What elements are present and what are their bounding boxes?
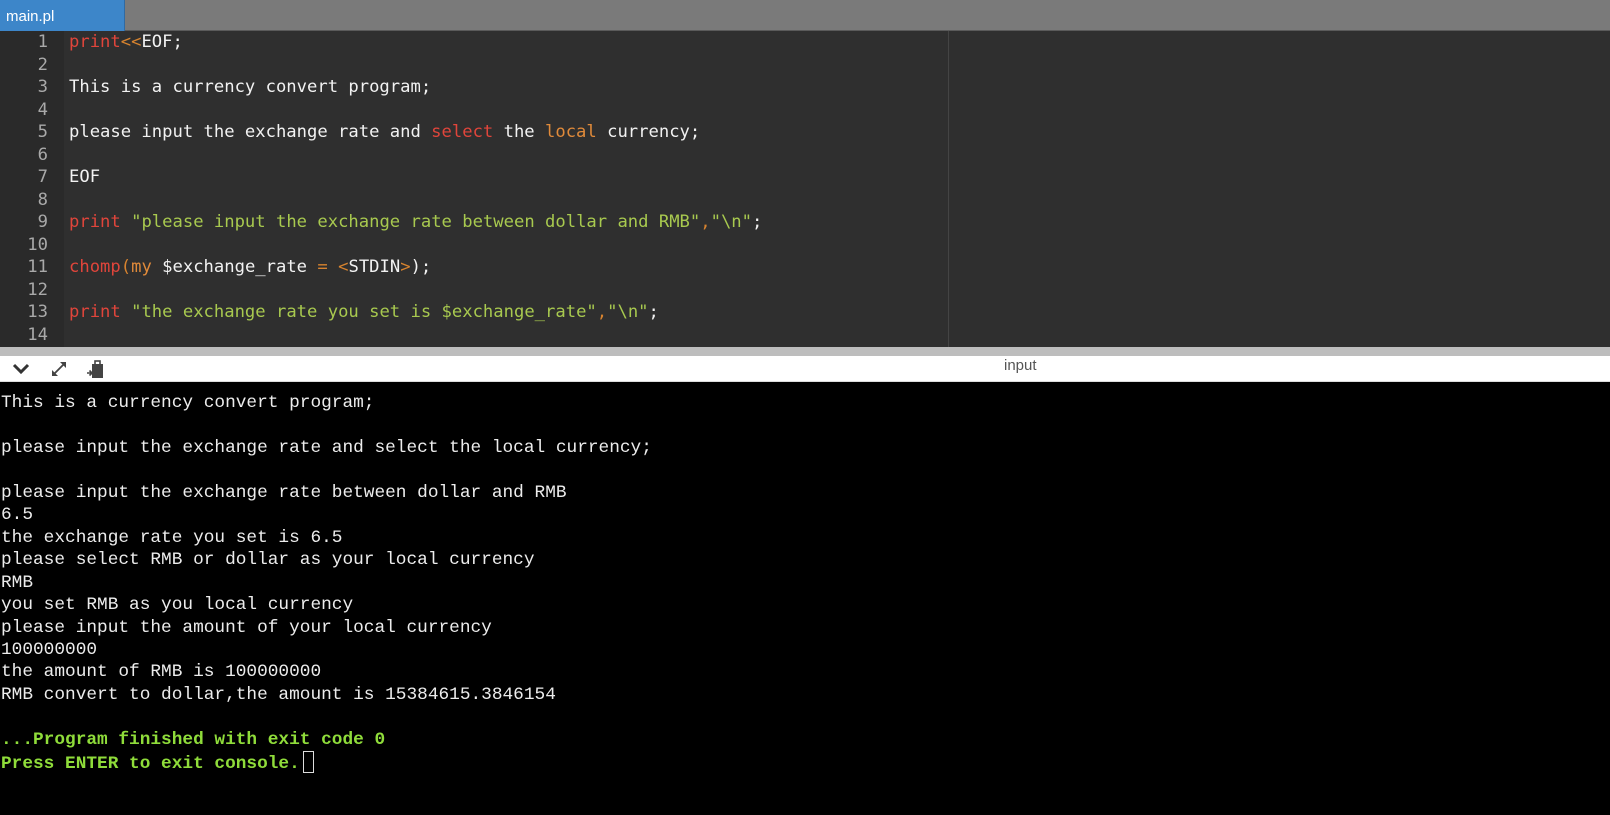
line-number: 9 xyxy=(37,212,48,232)
line-number: 7 xyxy=(37,167,48,187)
code-text: please input the exchange rate and selec… xyxy=(69,122,701,142)
code-text: This is a currency convert program; xyxy=(69,77,432,97)
line-number: 10 xyxy=(27,234,48,255)
line-number: 8 xyxy=(37,189,48,210)
console-line: the exchange rate you set is 6.5 xyxy=(1,527,343,548)
console-line: 100000000 xyxy=(1,639,98,660)
console-line: 6.5 xyxy=(1,505,34,526)
exit-code-message: ...Program finished with exit code 0 xyxy=(1,729,386,750)
line-number: 3 xyxy=(37,77,48,97)
chevron-down-icon[interactable] xyxy=(10,358,32,380)
line-number: 2 xyxy=(37,54,48,75)
console-line: you set RMB as you local currency xyxy=(1,595,354,616)
code-line[interactable]: 13 print "the exchange rate you set is $e… xyxy=(0,301,1610,324)
code-text: chomp(my $exchange_rate = <STDIN>); xyxy=(69,257,432,277)
line-number: 14 xyxy=(27,324,48,345)
console-line: This is a currency convert program; xyxy=(1,393,375,413)
code-line[interactable]: 8 xyxy=(0,189,1610,212)
code-line[interactable]: 12 xyxy=(0,279,1610,302)
line-number: 1 xyxy=(37,32,48,52)
expand-icon[interactable] xyxy=(48,358,70,380)
code-text: print "the exchange rate you set is $exc… xyxy=(69,302,659,322)
text-cursor[interactable] xyxy=(302,751,314,774)
line-number: 5 xyxy=(37,122,48,142)
code-line[interactable]: 7 EOF xyxy=(0,166,1610,189)
console-line: please input the exchange rate and selec… xyxy=(1,437,652,458)
console-line: please input the exchange rate between d… xyxy=(1,482,567,503)
code-text: print "please input the exchange rate be… xyxy=(69,212,763,232)
code-editor[interactable]: 1 print<<EOF; 2 3 This is a currency convert… xyxy=(0,31,1610,347)
line-number: 11 xyxy=(27,257,48,277)
code-line[interactable]: 9 print "please input the exchange rate b… xyxy=(0,211,1610,234)
code-line[interactable]: 11 chomp(my $exchange_rate = <STDIN>); xyxy=(0,256,1610,279)
code-text: EOF xyxy=(69,167,101,187)
code-line[interactable]: 14 xyxy=(0,324,1610,347)
tab-bar: main.pl xyxy=(0,0,1610,31)
console-line: RMB xyxy=(1,572,34,593)
code-line[interactable]: 5 please input the exchange rate and sele… xyxy=(0,121,1610,144)
console-line: please input the amount of your local cu… xyxy=(1,617,492,638)
console-output[interactable]: This is a currency convert program; pleas… xyxy=(0,382,1610,815)
code-line[interactable]: 6 xyxy=(0,144,1610,167)
code-line[interactable]: 10 xyxy=(0,234,1610,257)
press-enter-message: Press ENTER to exit console. xyxy=(1,751,314,774)
tab-main-pl[interactable]: main.pl xyxy=(0,0,125,31)
console-line: the amount of RMB is 100000000 xyxy=(1,662,322,683)
console-title: input xyxy=(1004,357,1037,374)
console-line: RMB convert to dollar,the amount is 1538… xyxy=(1,684,556,705)
line-number: 6 xyxy=(37,144,48,165)
code-line[interactable]: 1 print<<EOF; xyxy=(0,31,1610,54)
code-line[interactable]: 3 This is a currency convert program; xyxy=(0,76,1610,99)
clipboard-icon[interactable] xyxy=(84,358,106,380)
line-number: 13 xyxy=(27,302,48,322)
code-line[interactable]: 4 xyxy=(0,99,1610,122)
line-number: 12 xyxy=(27,279,48,300)
console-line: please select RMB or dollar as your loca… xyxy=(1,550,535,571)
code-line[interactable]: 2 xyxy=(0,54,1610,77)
pane-splitter[interactable] xyxy=(0,347,1610,356)
line-number: 4 xyxy=(37,99,48,120)
console-header: input xyxy=(0,356,1610,382)
code-text: print<<EOF; xyxy=(69,32,183,52)
